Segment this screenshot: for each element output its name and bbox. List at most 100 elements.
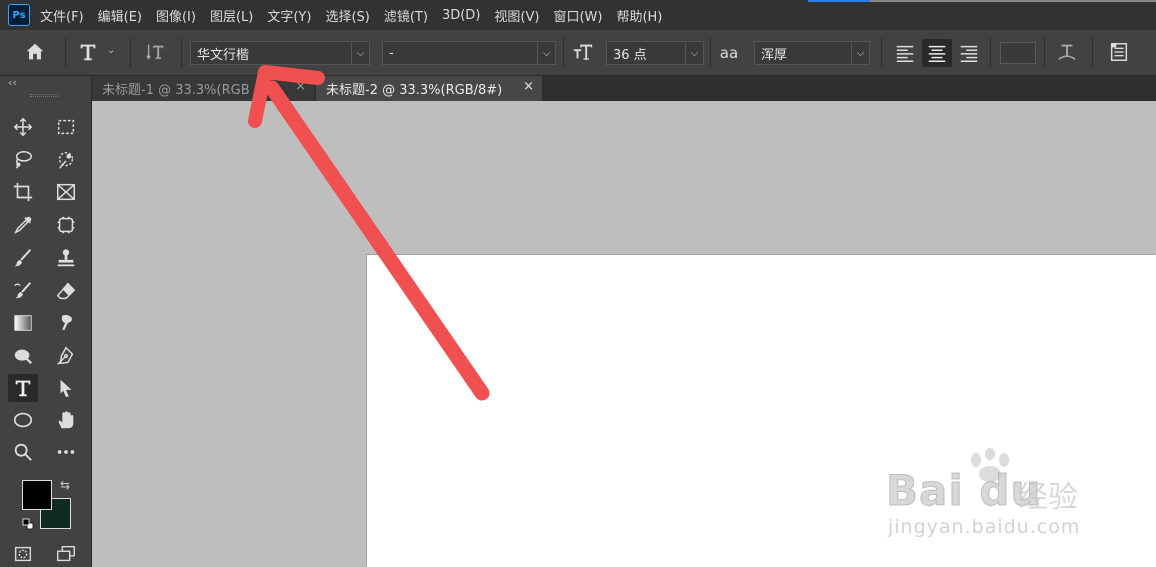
brush-tool-icon[interactable] <box>8 244 38 272</box>
menu-bar: Ps 文件(F) 编辑(E) 图像(I) 图层(L) 文字(Y) 选择(S) 滤… <box>0 0 1156 30</box>
home-icon[interactable] <box>20 38 50 66</box>
smudge-tool-icon[interactable] <box>51 309 81 337</box>
watermark-url-text: jingyan.baidu.com <box>888 516 1081 538</box>
orientation-icon-svg <box>146 44 164 60</box>
separator <box>130 38 131 68</box>
menu-window[interactable]: 窗口(W) <box>553 6 602 25</box>
document-tabs: 未标题-1 @ 33.3%(RGB × 未标题-2 @ 33.3%(RGB/8#… <box>92 76 1156 101</box>
menu-select[interactable]: 选择(S) <box>325 6 369 25</box>
move-svg <box>13 117 33 137</box>
lasso-tool-icon[interactable] <box>8 146 38 174</box>
tab-untitled-1[interactable]: 未标题-1 @ 33.3%(RGB × <box>92 76 314 101</box>
character-panel-icon[interactable] <box>1104 38 1134 66</box>
separator <box>181 38 182 68</box>
separator <box>990 38 991 68</box>
font-family-chevron-icon[interactable]: ⌵ <box>352 41 370 65</box>
crop-svg <box>13 182 33 202</box>
separator <box>65 38 66 68</box>
font-size-value: 36 点 <box>613 47 647 63</box>
hand-tool-icon[interactable] <box>51 406 81 434</box>
align-right-svg <box>960 45 978 62</box>
toggle-text-orientation-icon[interactable] <box>140 38 170 66</box>
default-colors-icon[interactable] <box>22 518 34 530</box>
patch-svg <box>57 216 75 234</box>
stamp-tool-icon[interactable] <box>51 244 81 272</box>
close-icon[interactable]: × <box>523 79 534 94</box>
panel-grip[interactable] <box>30 94 58 97</box>
warp-text-svg <box>1058 44 1076 60</box>
close-icon[interactable]: × <box>295 79 306 94</box>
menu-file[interactable]: 文件(F) <box>40 6 84 25</box>
ps-logo[interactable]: Ps <box>8 4 30 26</box>
menu-filter[interactable]: 滤镜(T) <box>384 6 428 25</box>
dodge-tool-icon[interactable] <box>8 342 38 370</box>
eraser-svg <box>56 282 76 300</box>
workspace-bar-accent <box>870 0 1156 2</box>
menu-help[interactable]: 帮助(H) <box>616 6 662 25</box>
antialias-icon: aa <box>719 44 739 62</box>
smudge-svg <box>61 315 72 331</box>
font-size-dropdown[interactable]: 36 点 <box>606 41 686 65</box>
object-selection-tool-icon[interactable] <box>51 211 81 239</box>
quick-selection-tool-icon[interactable] <box>51 146 81 174</box>
frame-tool-icon[interactable] <box>51 178 81 206</box>
foreground-color-swatch[interactable] <box>22 480 52 510</box>
ellipse-tool-icon[interactable] <box>8 406 38 434</box>
character-panel-svg <box>1110 43 1128 61</box>
crop-tool-icon[interactable] <box>8 178 38 206</box>
screen-mode-icon[interactable] <box>51 540 81 567</box>
pen-tool-icon[interactable] <box>51 342 81 370</box>
photoshop-window: Ps 文件(F) 编辑(E) 图像(I) 图层(L) 文字(Y) 选择(S) 滤… <box>0 0 1156 567</box>
font-size-chevron-icon[interactable]: ⌵ <box>686 41 704 65</box>
eraser-tool-icon[interactable] <box>51 277 81 305</box>
separator <box>563 38 564 68</box>
pen-svg <box>57 346 74 365</box>
antialias-chevron-icon[interactable]: ⌵ <box>852 41 870 65</box>
zoom-svg <box>14 443 32 461</box>
zoom-tool-icon[interactable] <box>8 438 38 466</box>
menu-view[interactable]: 视图(V) <box>494 6 539 25</box>
lasso-svg <box>15 151 32 169</box>
align-right-icon[interactable] <box>954 39 984 67</box>
menu-image[interactable]: 图像(I) <box>156 6 196 25</box>
dodge-svg <box>14 349 33 365</box>
font-size-icon-svg <box>573 44 593 60</box>
menu-3d[interactable]: 3D(D) <box>442 8 480 23</box>
frame-svg <box>57 183 75 201</box>
move-tool-icon[interactable] <box>8 113 38 141</box>
warp-text-icon[interactable] <box>1052 38 1082 66</box>
collapse-panel-icon[interactable]: ‹‹ <box>8 76 17 89</box>
path-selection-tool-icon[interactable] <box>51 374 81 402</box>
horizontal-type-tool-icon[interactable] <box>8 374 38 402</box>
type-tool-icon[interactable] <box>73 38 103 66</box>
separator <box>1044 38 1045 68</box>
swap-colors-icon[interactable]: ⇆ <box>60 478 70 492</box>
eyedropper-tool-icon[interactable] <box>8 211 38 239</box>
menu-layer[interactable]: 图层(L) <box>210 6 253 25</box>
font-style-dropdown[interactable]: - <box>382 41 538 65</box>
align-center-icon[interactable] <box>922 39 952 67</box>
stamp-svg <box>57 249 75 267</box>
menu-edit[interactable]: 编辑(E) <box>98 6 142 25</box>
marquee-tool-icon[interactable] <box>51 113 81 141</box>
font-style-value: - <box>389 45 394 61</box>
font-style-chevron-icon[interactable]: ⌵ <box>538 41 556 65</box>
align-left-icon[interactable] <box>890 39 920 67</box>
tab-untitled-2[interactable]: 未标题-2 @ 33.3%(RGB/8#) × <box>316 76 542 101</box>
type-tool-icon-svg <box>80 44 96 61</box>
more-svg <box>57 450 75 454</box>
hand-svg <box>58 411 74 429</box>
more-tools-icon[interactable] <box>51 438 81 466</box>
text-color-swatch[interactable] <box>1000 42 1036 64</box>
marquee-svg <box>57 119 75 135</box>
history-brush-tool-icon[interactable] <box>8 277 38 305</box>
antialias-dropdown[interactable]: 浑厚 <box>754 41 852 65</box>
eyedropper-svg <box>14 216 32 234</box>
quick-mask-icon[interactable] <box>8 540 38 567</box>
menu-type[interactable]: 文字(Y) <box>267 6 311 25</box>
font-family-dropdown[interactable]: 华文行楷 <box>190 41 352 65</box>
gradient-tool-icon[interactable] <box>8 309 38 337</box>
tool-preset-chevron-icon[interactable]: ⌄ <box>107 45 115 56</box>
font-size-icon <box>568 38 598 66</box>
gradient-svg <box>14 315 32 331</box>
